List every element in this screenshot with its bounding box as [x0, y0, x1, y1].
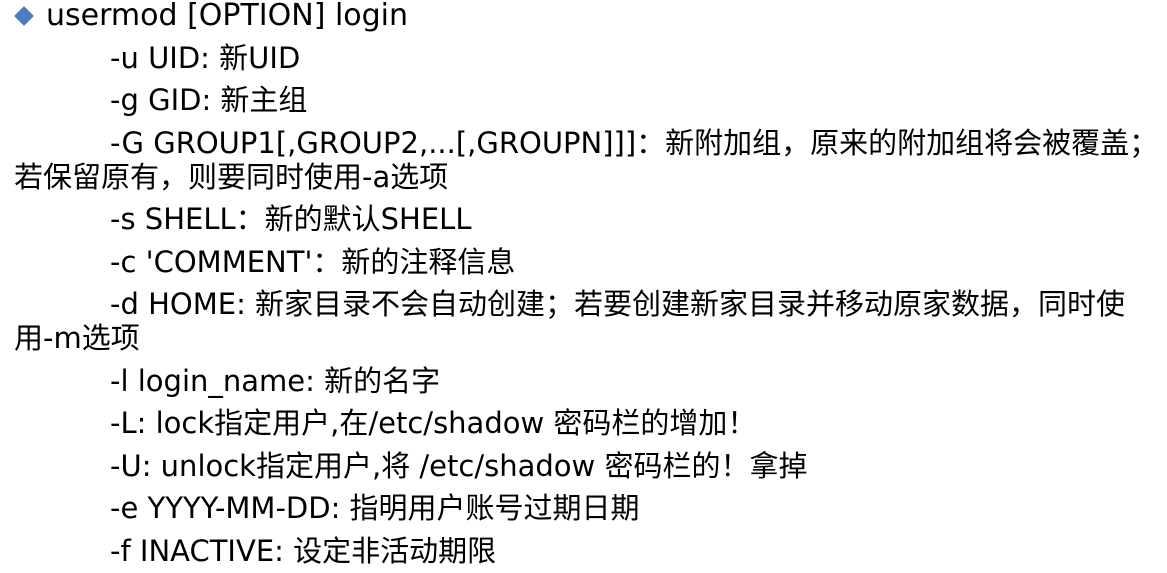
option-groups: -G GROUP1[,GROUP2,...[,GROUPN]]]：新附加组，原来… — [14, 125, 1159, 194]
option-home: -d HOME: 新家目录不会自动创建；若要创建新家目录并移动原家数据，同时使用… — [14, 287, 1126, 355]
option-list: -u UID: 新UID -g GID: 新主组 -G GROUP1[,GROU… — [14, 41, 1159, 568]
command-syntax: usermod [OPTION] login — [46, 0, 409, 33]
option-shell: -s SHELL：新的默认SHELL — [110, 202, 472, 236]
option-expire-date: -e YYYY-MM-DD: 指明用户账号过期日期 — [110, 491, 640, 525]
option-inactive: -f INACTIVE: 设定非活动期限 — [110, 533, 497, 568]
diamond-bullet-icon — [14, 6, 34, 26]
option-gid: -g GID: 新主组 — [110, 83, 308, 117]
option-login-name: -l login_name: 新的名字 — [110, 363, 441, 398]
option-uid: -u UID: 新UID — [110, 40, 301, 75]
slide: usermod [OPTION] login -u UID: 新UID -g G… — [0, 0, 1167, 573]
option-lock: -L: lock指定用户,在/etc/shadow 密码栏的增加！ — [110, 406, 757, 440]
option-unlock: -U: unlock指定用户,将 /etc/shadow 密码栏的！拿掉 — [110, 448, 808, 483]
option-comment: -c 'COMMENT'：新的注释信息 — [110, 244, 516, 279]
command-heading: usermod [OPTION] login — [14, 0, 1159, 32]
